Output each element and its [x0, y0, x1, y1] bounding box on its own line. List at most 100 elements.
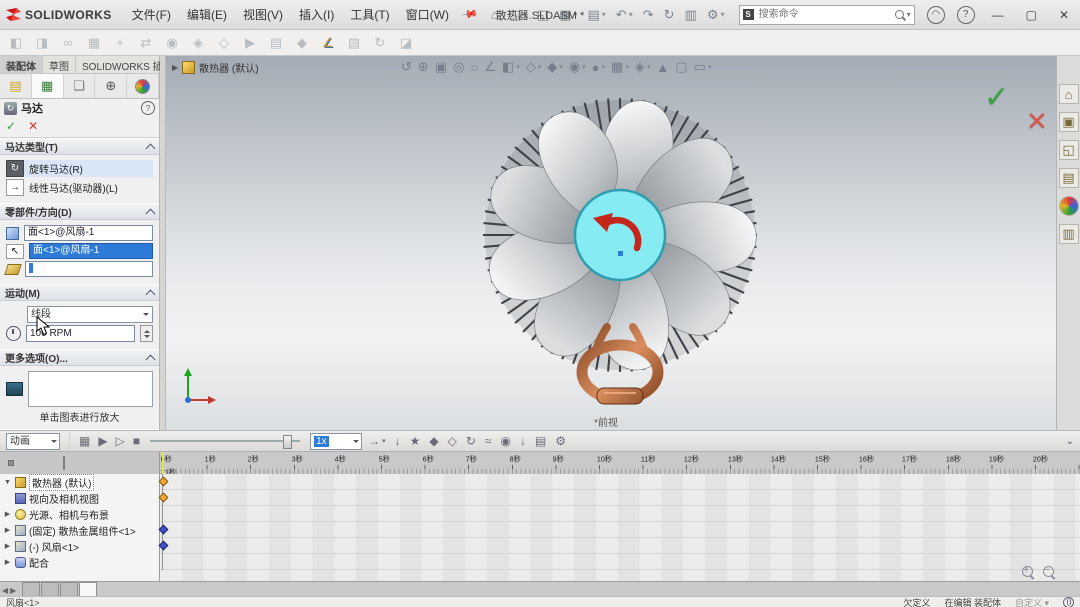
appearances-tab[interactable]: [127, 74, 159, 98]
file-explorer-icon[interactable]: ◱: [1059, 140, 1079, 160]
filter-all-icon[interactable]: [8, 460, 14, 466]
tree-row[interactable]: ▶ 配合: [0, 554, 159, 570]
search-dropdown-icon[interactable]: ▾: [907, 10, 911, 19]
tree-row[interactable]: 视向及相机视图: [0, 490, 159, 506]
motion-profile-dropdown[interactable]: 线段: [27, 306, 153, 323]
flyout-feature-tree[interactable]: ▶ 散热器 (默认): [172, 60, 259, 75]
propertymanager-tab[interactable]: ▦: [32, 74, 64, 98]
expand-arrow-icon[interactable]: ▶: [3, 558, 12, 566]
pm-help-icon[interactable]: ?: [141, 101, 155, 115]
undo-icon[interactable]: ↶: [616, 7, 633, 23]
fan-hub[interactable]: [575, 190, 665, 280]
linear-component-pattern-icon[interactable]: ▦: [82, 33, 106, 53]
study-tab[interactable]: [41, 582, 59, 596]
play-icon[interactable]: ▷: [116, 434, 125, 448]
motion-graph-preview[interactable]: [28, 371, 153, 407]
tab-scroll-buttons[interactable]: ◀▶: [2, 586, 16, 596]
move-component-icon[interactable]: ⇄: [134, 33, 158, 53]
reference-geometry-icon[interactable]: ◇: [212, 33, 236, 53]
custom-properties-icon[interactable]: ▥: [1059, 224, 1079, 244]
collapse-motionmanager-icon[interactable]: ⌄: [1066, 436, 1074, 447]
slider-knob[interactable]: [283, 435, 292, 449]
expand-arrow-icon[interactable]: ▶: [3, 542, 12, 550]
motor-direction-field[interactable]: 面<1>@风扇-1: [29, 243, 153, 259]
close-button[interactable]: ✕: [1054, 8, 1074, 22]
filter-driving-icon[interactable]: [34, 460, 40, 466]
ok-button[interactable]: ✓: [6, 119, 16, 133]
section-motion[interactable]: 运动(M): [0, 284, 159, 301]
timeline-zoom-in-icon[interactable]: +: [1022, 566, 1033, 577]
calculate-icon[interactable]: ▦: [79, 434, 90, 448]
interference-detection-icon[interactable]: ▧: [342, 33, 366, 53]
open-icon[interactable]: ◱: [537, 7, 549, 23]
timeline-playhead[interactable]: [162, 452, 164, 474]
add-key-icon[interactable]: ◇: [448, 434, 457, 448]
playback-speed-combo[interactable]: 1x: [310, 433, 362, 450]
filter-selected-icon[interactable]: [47, 460, 53, 466]
auto-key-icon[interactable]: ◆: [429, 434, 438, 448]
measure-icon[interactable]: ∠: [316, 33, 340, 53]
contact-icon[interactable]: ◉: [500, 434, 510, 448]
user-account-icon[interactable]: ◠: [927, 6, 945, 24]
results-icon[interactable]: ▤: [535, 434, 546, 448]
redo-icon[interactable]: ↷: [643, 7, 654, 23]
design-library-icon[interactable]: ▣: [1059, 112, 1079, 132]
graphics-viewport[interactable]: ▶ 散热器 (默认) ↺⊕▣◎○∠◧◇◆◉●▦◈▲▢▭ ✓ ✕: [166, 56, 1080, 430]
minimize-button[interactable]: —: [987, 8, 1009, 22]
expand-arrow-icon[interactable]: ▶: [3, 510, 12, 518]
motor-location-field[interactable]: 面<1>@风扇-1: [24, 225, 153, 241]
zoom-area-icon[interactable]: ▣: [435, 59, 447, 75]
gravity-icon[interactable]: ↓: [520, 434, 526, 448]
insert-components-icon[interactable]: ◨: [30, 33, 54, 53]
filter-results-icon[interactable]: [60, 454, 68, 472]
timeline-ruler[interactable]: 0秒1秒2秒3秒4秒5秒6秒7秒8秒9秒10秒11秒12秒13秒14秒15秒16…: [160, 452, 1080, 475]
key-diamond[interactable]: [159, 477, 169, 487]
playback-mode-icon[interactable]: →: [368, 434, 386, 448]
study-tab[interactable]: [79, 582, 97, 596]
featuremanager-tab[interactable]: ▤: [0, 74, 32, 98]
study-tab[interactable]: [22, 582, 40, 596]
tree-row[interactable]: ▶ (-) 风扇<1>: [0, 538, 159, 554]
dimxpert-tab[interactable]: ⊕: [95, 74, 127, 98]
expand-arrow-icon[interactable]: ▶: [3, 526, 12, 534]
expand-arrow-icon[interactable]: ▶: [172, 63, 178, 72]
search-icon[interactable]: [895, 10, 904, 19]
speed-field[interactable]: 100 RPM: [26, 325, 135, 342]
tree-row[interactable]: ▼ 散热器 (默认): [0, 474, 159, 490]
filter-animated-icon[interactable]: [21, 460, 27, 466]
view-palette-icon[interactable]: ▤: [1059, 168, 1079, 188]
study-tab[interactable]: [60, 582, 78, 596]
configurations-tab[interactable]: ❏: [64, 74, 96, 98]
confirmation-cancel-icon[interactable]: ✕: [1026, 106, 1048, 137]
animation-wizard-icon[interactable]: ★: [410, 434, 421, 448]
rotary-motor-option[interactable]: ↻ 旋转马达(R): [6, 160, 153, 177]
play-from-start-icon[interactable]: ▶: [98, 434, 107, 448]
command-search[interactable]: S ▾: [739, 5, 915, 25]
bill-of-materials-icon[interactable]: ▤: [264, 33, 288, 53]
section-icon[interactable]: ◪: [394, 33, 418, 53]
linear-motor-option[interactable]: → 线性马达(驱动器)(L): [6, 179, 153, 196]
assembly-features-icon[interactable]: ◈: [186, 33, 210, 53]
save-icon[interactable]: ▦: [559, 7, 577, 23]
save-animation-icon[interactable]: ↓: [395, 434, 401, 448]
search-input[interactable]: [757, 8, 892, 21]
motor-icon[interactable]: ↻: [466, 434, 476, 448]
stop-icon[interactable]: ■: [133, 434, 140, 448]
插入(I)[interactable]: 插入(I): [299, 6, 334, 23]
speed-spinner[interactable]: [140, 325, 153, 342]
key-diamond[interactable]: [159, 525, 169, 535]
confirmation-ok-icon[interactable]: ✓: [984, 80, 1009, 115]
pin-icon[interactable]: 📌: [460, 5, 479, 24]
timeline-zoom-out-icon[interactable]: −: [1043, 566, 1054, 577]
tab-assembly[interactable]: 装配体: [0, 56, 43, 73]
reverse-direction-button[interactable]: ↖: [6, 244, 24, 259]
status-customize[interactable]: 自定义 ▾: [1015, 596, 1049, 607]
mm-settings-icon[interactable]: ⚙: [555, 434, 566, 448]
globe-icon[interactable]: [1063, 597, 1074, 607]
spring-icon[interactable]: ≈: [485, 434, 492, 448]
edit-component-icon[interactable]: ◧: [4, 33, 28, 53]
timeline-grid[interactable]: + −: [160, 474, 1080, 581]
cancel-button[interactable]: ✕: [28, 119, 38, 133]
section-more-options-1[interactable]: 更多选项(O)...: [0, 349, 159, 366]
key-diamond[interactable]: [159, 493, 169, 503]
